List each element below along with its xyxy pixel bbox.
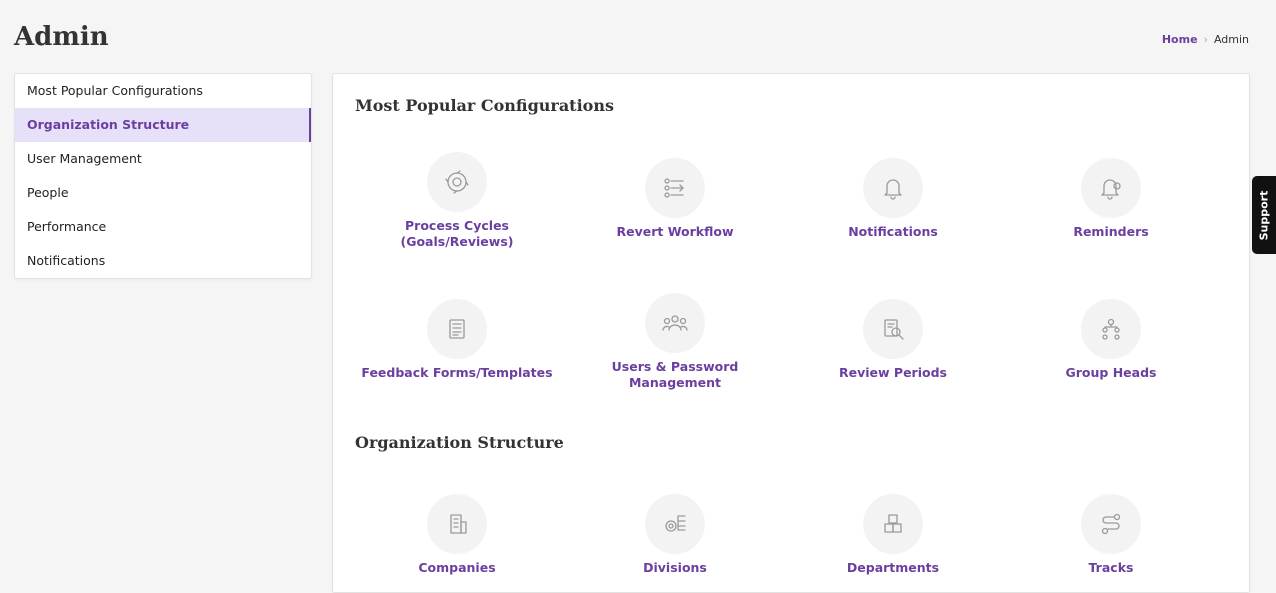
tile-review-periods[interactable]: Review Periods <box>784 299 1002 381</box>
tile-departments[interactable]: Departments <box>784 494 1002 576</box>
breadcrumb-home-link[interactable]: Home <box>1162 33 1198 46</box>
tile-feedback-forms[interactable]: Feedback Forms/Templates <box>348 299 566 381</box>
tile-label: Review Periods <box>839 365 947 380</box>
tile-group-heads[interactable]: Group Heads <box>1002 299 1220 381</box>
tile-label: Group Heads <box>1065 365 1157 380</box>
tile-label: Feedback Forms/Templates <box>361 365 553 380</box>
review-search-icon <box>863 299 923 359</box>
chevron-right-icon: › <box>1203 33 1208 46</box>
tile-tracks[interactable]: Tracks <box>1002 494 1220 576</box>
tile-label-line2: (Goals/Reviews) <box>400 234 514 249</box>
building-icon <box>427 494 487 554</box>
reminder-bell-icon <box>1081 158 1141 218</box>
sidebar-item-user-management[interactable]: User Management <box>15 142 311 176</box>
tile-label: Reminders <box>1073 224 1149 239</box>
tile-notifications[interactable]: Notifications <box>784 158 1002 240</box>
support-tab[interactable]: Support <box>1252 176 1276 254</box>
breadcrumb-current: Admin <box>1213 33 1249 46</box>
bell-icon <box>863 158 923 218</box>
tile-label: Notifications <box>848 224 938 239</box>
section-title-org: Organization Structure <box>355 433 564 452</box>
page-title: Admin <box>14 22 109 52</box>
breadcrumb: Home › Admin <box>1162 33 1249 46</box>
sidebar-item-performance[interactable]: Performance <box>15 210 311 244</box>
section-title-popular: Most Popular Configurations <box>355 96 614 115</box>
track-path-icon <box>1081 494 1141 554</box>
sidebar-item-most-popular[interactable]: Most Popular Configurations <box>15 74 311 108</box>
support-label: Support <box>1257 190 1271 240</box>
tile-label: Users & Password <box>611 359 739 374</box>
gear-list-icon <box>645 494 705 554</box>
workflow-icon <box>645 158 705 218</box>
tile-label: Tracks <box>1088 560 1134 575</box>
tile-label: Companies <box>418 560 496 575</box>
form-template-icon <box>427 299 487 359</box>
tile-label: Departments <box>846 560 940 575</box>
sidebar-item-notifications[interactable]: Notifications <box>15 244 311 278</box>
tile-label: Process Cycles <box>405 218 509 233</box>
tile-label: Revert Workflow <box>616 224 734 239</box>
tile-revert-workflow[interactable]: Revert Workflow <box>566 158 784 240</box>
hierarchy-icon <box>1081 299 1141 359</box>
tile-divisions[interactable]: Divisions <box>566 494 784 576</box>
sidebar: Most Popular Configurations Organization… <box>14 73 312 279</box>
tile-label-line2: Management <box>628 375 721 390</box>
tile-label: Divisions <box>643 560 707 575</box>
sidebar-item-organization-structure[interactable]: Organization Structure <box>15 108 311 142</box>
tile-reminders[interactable]: Reminders <box>1002 158 1220 240</box>
cubes-icon <box>863 494 923 554</box>
users-icon <box>645 293 705 353</box>
main-panel: Most Popular Configurations Process Cycl… <box>332 73 1250 593</box>
tile-process-cycles[interactable]: Process Cycles (Goals/Reviews) <box>348 152 566 250</box>
cycle-icon <box>427 152 487 212</box>
sidebar-item-people[interactable]: People <box>15 176 311 210</box>
tile-users-password[interactable]: Users & Password Management <box>566 293 784 391</box>
tile-companies[interactable]: Companies <box>348 494 566 576</box>
